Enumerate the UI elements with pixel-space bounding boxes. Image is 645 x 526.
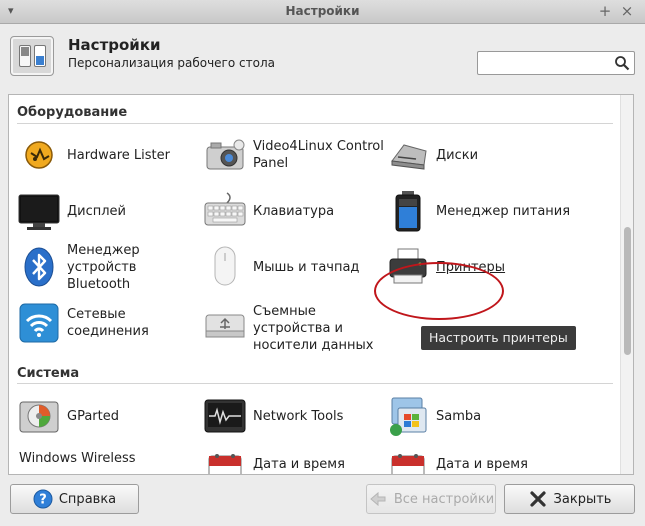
item-label: Клавиатура [253,203,335,219]
settings-app-icon [10,36,54,76]
maximize-button[interactable]: + [597,2,613,20]
item-label: GParted [67,408,119,424]
item-bluetooth-manager[interactable]: Менеджер устройств Bluetooth [17,241,197,293]
item-label: Дата и время [436,457,528,472]
battery-icon [395,191,421,232]
item-gparted[interactable]: GParted [17,390,197,442]
title-bar: ▾ Настройки + × [0,0,645,24]
item-display[interactable]: Дисплей [17,185,197,237]
section-title-system: Система [17,366,80,381]
bluetooth-icon [24,247,54,287]
item-date-time[interactable]: Дата и время [203,446,383,474]
item-samba[interactable]: Samba [386,390,566,442]
section-divider [17,383,613,384]
scrollbar-thumb[interactable] [624,227,631,355]
close-button[interactable]: Закрыть [504,484,635,514]
item-windows-wireless[interactable]: Windows Wireless [17,446,197,474]
search-icon[interactable] [614,55,630,71]
item-label: Дисплей [67,203,127,219]
help-icon: ? [33,489,53,509]
settings-window: Настройки Персонализация рабочего стола … [0,24,645,526]
footer: ? Справка Все настройки Закрыть [0,482,645,526]
item-label: Video4Linux Control Panel [253,139,384,171]
removable-drive-icon [205,314,245,338]
display-icon [18,194,60,230]
printers-tooltip: Настроить принтеры [421,326,576,350]
network-tools-icon [204,399,246,433]
item-video4linux[interactable]: Video4Linux Control Panel [203,129,384,181]
close-icon [529,491,546,507]
item-label: Менеджер устройств Bluetooth [67,242,140,292]
item-label: Windows Wireless [19,451,136,466]
search-box[interactable] [477,51,635,75]
close-window-button[interactable]: × [619,2,635,20]
gparted-icon [19,401,59,433]
item-label: Samba [436,408,482,424]
item-network-connections[interactable]: Сетевые соединения [17,297,197,349]
webcam-icon [206,139,245,170]
item-label: Сетевые соединения [67,307,149,339]
samba-icon [390,397,427,436]
item-label: Hardware Lister [67,147,170,163]
window-title: Настройки [285,4,360,18]
page-title: Настройки [68,36,161,54]
settings-list: Оборудование Hardware Lister Video4Linux… [8,94,634,475]
section-divider [17,123,613,124]
calendar-icon [391,454,425,474]
item-disks[interactable]: Диски [386,129,566,181]
all-settings-button[interactable]: Все настройки [366,484,496,514]
mouse-icon [214,246,236,286]
item-power-manager[interactable]: Менеджер питания [386,185,570,237]
back-arrow-icon [370,491,386,507]
item-date-time-2[interactable]: Дата и время [386,446,566,474]
printers-highlight-circle [374,262,504,320]
search-input[interactable] [482,54,608,72]
vertical-scrollbar[interactable] [620,95,633,474]
all-settings-button-label: Все настройки [393,491,495,507]
item-label: Менеджер питания [436,203,571,219]
help-button-label: Справка [58,491,117,507]
item-label: Диски [436,147,479,163]
disks-icon [391,144,427,170]
help-button[interactable]: ? Справка [10,484,139,514]
page-subtitle: Персонализация рабочего стола [68,56,275,70]
item-label: Network Tools [253,408,344,424]
svg-text:?: ? [39,493,47,508]
section-title-hardware: Оборудование [17,105,128,120]
calendar-icon [208,454,242,474]
item-label: Мышь и тачпад [253,259,360,275]
item-hardware-lister[interactable]: Hardware Lister [17,129,197,181]
item-mouse-touchpad[interactable]: Мышь и тачпад [203,241,383,293]
header: Настройки Персонализация рабочего стола [0,24,645,90]
item-label: Съемные устройства и носители данных [253,304,374,353]
wifi-icon [19,303,59,343]
item-network-tools[interactable]: Network Tools [203,390,383,442]
item-keyboard[interactable]: Клавиатура [203,185,383,237]
hardware-lister-icon [25,141,53,169]
item-label: Дата и время [253,457,345,472]
keyboard-icon [204,192,246,226]
close-button-label: Закрыть [553,491,612,507]
item-removable-devices[interactable]: Съемные устройства и носители данных [203,297,383,359]
